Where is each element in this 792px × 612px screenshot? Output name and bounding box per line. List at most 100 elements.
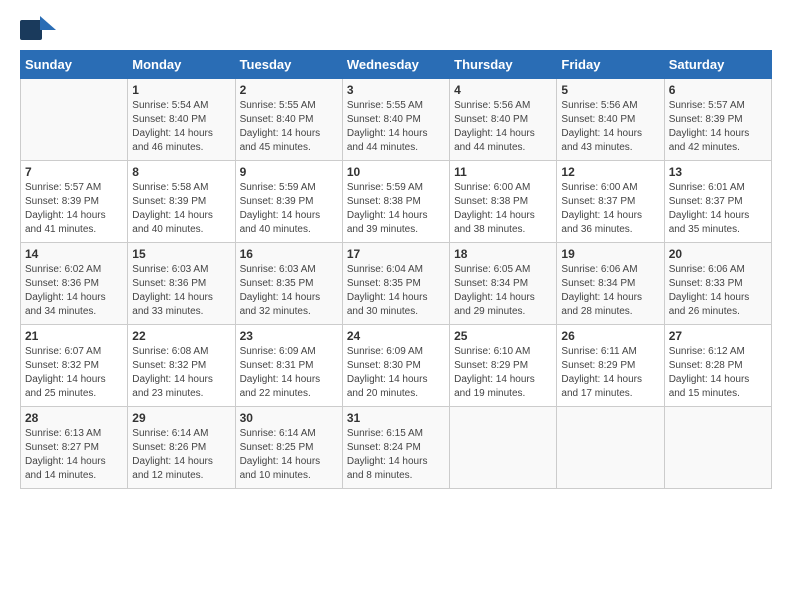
calendar-cell: 12 Sunrise: 6:00 AMSunset: 8:37 PMDayligh… <box>557 161 664 243</box>
calendar-cell: 20Sunrise: 6:06 AMSunset: 8:33 PMDayligh… <box>664 243 771 325</box>
logo-icon <box>20 16 56 44</box>
day-info: Sunrise: 5:56 AMSunset: 8:40 PMDaylight:… <box>561 99 659 155</box>
day-number: 25 <box>454 329 552 343</box>
day-number: 11 <box>454 165 552 179</box>
day-info: Sunrise: 6:03 AMSunset: 8:35 PMDaylight:… <box>240 263 338 319</box>
day-info: Sunrise: 6:03 AMSunset: 8:36 PMDaylight:… <box>132 263 230 319</box>
day-info: Sunrise: 6:14 AMSunset: 8:26 PMDaylight:… <box>132 427 230 483</box>
day-info: Sunrise: 6:15 AMSunset: 8:24 PMDaylight:… <box>347 427 445 483</box>
calendar-week-1: 1 Sunrise: 5:54 AMSunset: 8:40 PMDaylight… <box>21 79 772 161</box>
calendar-cell: 24Sunrise: 6:09 AMSunset: 8:30 PMDayligh… <box>342 325 449 407</box>
header <box>20 16 772 44</box>
calendar-cell: 16 Sunrise: 6:03 AMSunset: 8:35 PMDayligh… <box>235 243 342 325</box>
calendar-cell: 31 Sunrise: 6:15 AMSunset: 8:24 PMDayligh… <box>342 407 449 489</box>
calendar-cell: 14 Sunrise: 6:02 AMSunset: 8:36 PMDayligh… <box>21 243 128 325</box>
day-number: 12 <box>561 165 659 179</box>
day-info: Sunrise: 6:06 AMSunset: 8:33 PMDaylight:… <box>669 263 767 319</box>
day-number: 14 <box>25 247 123 261</box>
calendar-cell: 11 Sunrise: 6:00 AMSunset: 8:38 PMDayligh… <box>450 161 557 243</box>
day-number: 22 <box>132 329 230 343</box>
day-number: 28 <box>25 411 123 425</box>
day-number: 26 <box>561 329 659 343</box>
day-number: 30 <box>240 411 338 425</box>
day-number: 8 <box>132 165 230 179</box>
calendar-cell: 23Sunrise: 6:09 AMSunset: 8:31 PMDayligh… <box>235 325 342 407</box>
day-number: 4 <box>454 83 552 97</box>
day-header-tuesday: Tuesday <box>235 51 342 79</box>
day-number: 16 <box>240 247 338 261</box>
day-info: Sunrise: 6:05 AMSunset: 8:34 PMDaylight:… <box>454 263 552 319</box>
day-info: Sunrise: 6:14 AMSunset: 8:25 PMDaylight:… <box>240 427 338 483</box>
calendar-header-row: SundayMondayTuesdayWednesdayThursdayFrid… <box>21 51 772 79</box>
calendar-cell: 5 Sunrise: 5:56 AMSunset: 8:40 PMDaylight… <box>557 79 664 161</box>
calendar-cell: 3Sunrise: 5:55 AMSunset: 8:40 PMDaylight… <box>342 79 449 161</box>
calendar-cell: 6 Sunrise: 5:57 AMSunset: 8:39 PMDaylight… <box>664 79 771 161</box>
calendar-cell: 17 Sunrise: 6:04 AMSunset: 8:35 PMDayligh… <box>342 243 449 325</box>
day-number: 29 <box>132 411 230 425</box>
calendar-cell: 4 Sunrise: 5:56 AMSunset: 8:40 PMDaylight… <box>450 79 557 161</box>
day-header-monday: Monday <box>128 51 235 79</box>
day-number: 13 <box>669 165 767 179</box>
day-info: Sunrise: 5:57 AMSunset: 8:39 PMDaylight:… <box>25 181 123 237</box>
calendar-cell: 9 Sunrise: 5:59 AMSunset: 8:39 PMDaylight… <box>235 161 342 243</box>
day-header-wednesday: Wednesday <box>342 51 449 79</box>
calendar-week-3: 14 Sunrise: 6:02 AMSunset: 8:36 PMDayligh… <box>21 243 772 325</box>
calendar-cell <box>450 407 557 489</box>
logo <box>20 16 60 44</box>
calendar-week-4: 21Sunrise: 6:07 AMSunset: 8:32 PMDayligh… <box>21 325 772 407</box>
day-header-friday: Friday <box>557 51 664 79</box>
day-info: Sunrise: 6:12 AMSunset: 8:28 PMDaylight:… <box>669 345 767 401</box>
day-number: 10 <box>347 165 445 179</box>
calendar-cell: 30 Sunrise: 6:14 AMSunset: 8:25 PMDayligh… <box>235 407 342 489</box>
calendar-week-2: 7 Sunrise: 5:57 AMSunset: 8:39 PMDaylight… <box>21 161 772 243</box>
calendar-cell: 27 Sunrise: 6:12 AMSunset: 8:28 PMDayligh… <box>664 325 771 407</box>
day-number: 2 <box>240 83 338 97</box>
calendar-cell: 25 Sunrise: 6:10 AMSunset: 8:29 PMDayligh… <box>450 325 557 407</box>
day-number: 17 <box>347 247 445 261</box>
calendar-cell: 26 Sunrise: 6:11 AMSunset: 8:29 PMDayligh… <box>557 325 664 407</box>
day-info: Sunrise: 5:55 AMSunset: 8:40 PMDaylight:… <box>240 99 338 155</box>
calendar-week-5: 28 Sunrise: 6:13 AMSunset: 8:27 PMDayligh… <box>21 407 772 489</box>
day-info: Sunrise: 6:11 AMSunset: 8:29 PMDaylight:… <box>561 345 659 401</box>
day-header-saturday: Saturday <box>664 51 771 79</box>
day-number: 3 <box>347 83 445 97</box>
day-number: 31 <box>347 411 445 425</box>
page-container: SundayMondayTuesdayWednesdayThursdayFrid… <box>0 0 792 499</box>
calendar-cell: 15 Sunrise: 6:03 AMSunset: 8:36 PMDayligh… <box>128 243 235 325</box>
day-info: Sunrise: 5:56 AMSunset: 8:40 PMDaylight:… <box>454 99 552 155</box>
day-number: 1 <box>132 83 230 97</box>
day-info: Sunrise: 6:02 AMSunset: 8:36 PMDaylight:… <box>25 263 123 319</box>
calendar-table: SundayMondayTuesdayWednesdayThursdayFrid… <box>20 50 772 489</box>
day-info: Sunrise: 6:13 AMSunset: 8:27 PMDaylight:… <box>25 427 123 483</box>
calendar-cell: 2 Sunrise: 5:55 AMSunset: 8:40 PMDaylight… <box>235 79 342 161</box>
day-number: 5 <box>561 83 659 97</box>
day-info: Sunrise: 5:59 AMSunset: 8:38 PMDaylight:… <box>347 181 445 237</box>
day-number: 9 <box>240 165 338 179</box>
calendar-cell: 28 Sunrise: 6:13 AMSunset: 8:27 PMDayligh… <box>21 407 128 489</box>
day-number: 21 <box>25 329 123 343</box>
calendar-cell: 1 Sunrise: 5:54 AMSunset: 8:40 PMDaylight… <box>128 79 235 161</box>
day-info: Sunrise: 6:09 AMSunset: 8:31 PMDaylight:… <box>240 345 338 401</box>
calendar-cell: 13 Sunrise: 6:01 AMSunset: 8:37 PMDayligh… <box>664 161 771 243</box>
calendar-cell <box>664 407 771 489</box>
day-number: 18 <box>454 247 552 261</box>
day-info: Sunrise: 5:54 AMSunset: 8:40 PMDaylight:… <box>132 99 230 155</box>
day-info: Sunrise: 6:04 AMSunset: 8:35 PMDaylight:… <box>347 263 445 319</box>
day-info: Sunrise: 5:59 AMSunset: 8:39 PMDaylight:… <box>240 181 338 237</box>
day-number: 6 <box>669 83 767 97</box>
day-info: Sunrise: 6:10 AMSunset: 8:29 PMDaylight:… <box>454 345 552 401</box>
day-info: Sunrise: 6:01 AMSunset: 8:37 PMDaylight:… <box>669 181 767 237</box>
day-info: Sunrise: 6:00 AMSunset: 8:38 PMDaylight:… <box>454 181 552 237</box>
day-info: Sunrise: 6:08 AMSunset: 8:32 PMDaylight:… <box>132 345 230 401</box>
day-info: Sunrise: 5:57 AMSunset: 8:39 PMDaylight:… <box>669 99 767 155</box>
calendar-cell: 8Sunrise: 5:58 AMSunset: 8:39 PMDaylight… <box>128 161 235 243</box>
day-number: 27 <box>669 329 767 343</box>
day-number: 7 <box>25 165 123 179</box>
day-info: Sunrise: 6:00 AMSunset: 8:37 PMDaylight:… <box>561 181 659 237</box>
day-info: Sunrise: 6:06 AMSunset: 8:34 PMDaylight:… <box>561 263 659 319</box>
day-number: 15 <box>132 247 230 261</box>
calendar-cell <box>21 79 128 161</box>
calendar-cell: 21Sunrise: 6:07 AMSunset: 8:32 PMDayligh… <box>21 325 128 407</box>
day-header-thursday: Thursday <box>450 51 557 79</box>
calendar-cell: 22 Sunrise: 6:08 AMSunset: 8:32 PMDayligh… <box>128 325 235 407</box>
